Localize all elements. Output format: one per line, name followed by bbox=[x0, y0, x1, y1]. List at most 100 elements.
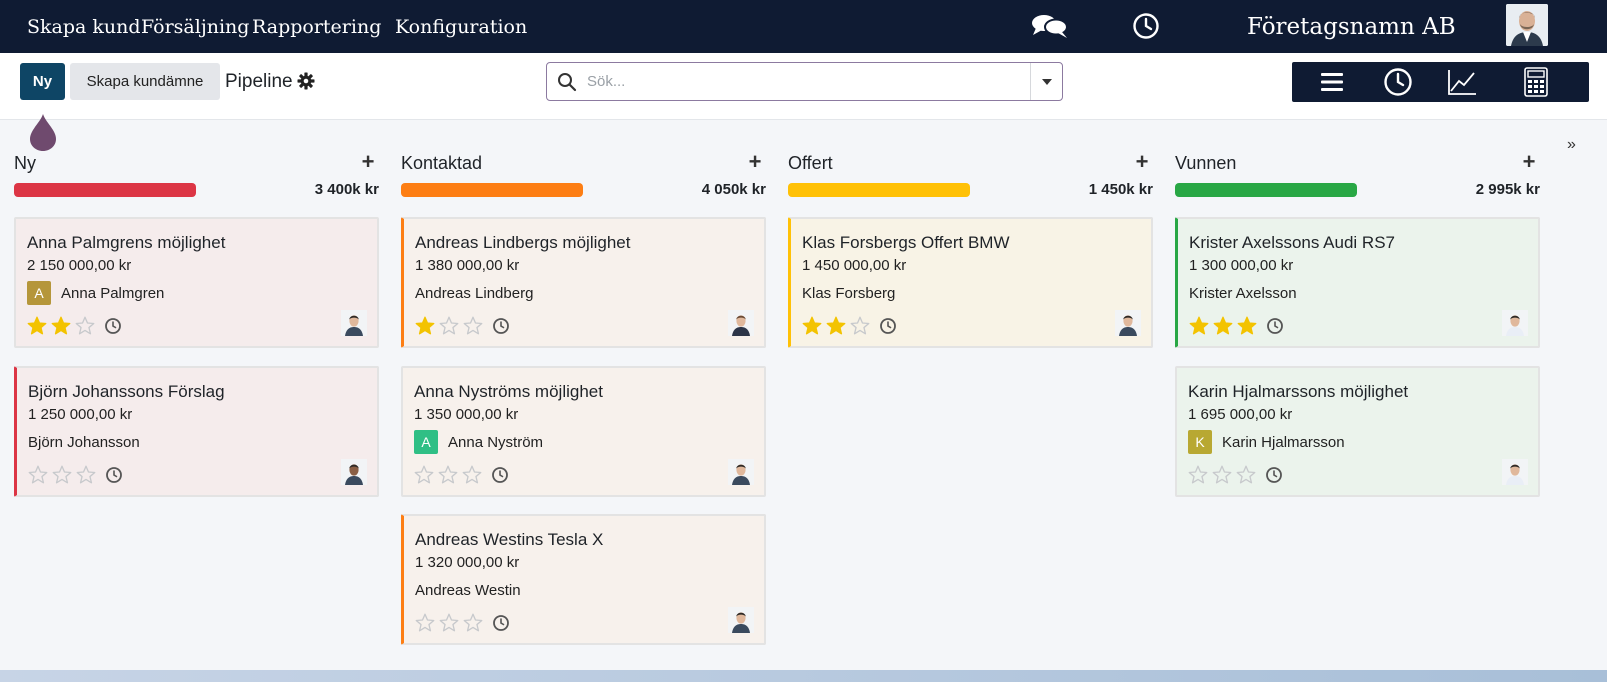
opportunity-card[interactable]: Karin Hjalmarssons möjlighet 1 695 000,0… bbox=[1175, 366, 1540, 497]
priority-star-icon[interactable] bbox=[460, 463, 484, 485]
priority-star-icon[interactable] bbox=[436, 463, 460, 485]
kanban-column-kontaktad: Kontaktad + 4 050k kr Andreas Lindbergs … bbox=[401, 150, 766, 645]
column-progress-bar[interactable] bbox=[1175, 183, 1357, 197]
user-avatar[interactable] bbox=[1506, 4, 1548, 46]
activity-clock-icon[interactable] bbox=[104, 317, 122, 335]
add-card-icon[interactable]: + bbox=[357, 150, 379, 174]
kanban-column-offert: Offert + 1 450k kr Klas Forsbergs Offert… bbox=[788, 150, 1153, 348]
priority-star-icon[interactable] bbox=[1210, 463, 1234, 485]
card-contact: K Karin Hjalmarsson bbox=[1188, 429, 1345, 455]
priority-star-icon[interactable] bbox=[50, 463, 74, 485]
salesperson-avatar[interactable] bbox=[728, 459, 754, 485]
priority-star-icon[interactable] bbox=[1186, 463, 1210, 485]
priority-star-icon[interactable] bbox=[413, 314, 437, 336]
new-button[interactable]: Ny bbox=[20, 63, 65, 100]
search-input[interactable] bbox=[587, 69, 1007, 94]
menu-forsaljning[interactable]: Försäljning bbox=[141, 0, 249, 53]
opportunity-card[interactable]: Klas Forsbergs Offert BMW 1 450 000,00 k… bbox=[788, 217, 1153, 348]
priority-star-icon[interactable] bbox=[800, 314, 824, 336]
activity-clock-icon[interactable] bbox=[879, 317, 897, 335]
card-amount: 1 300 000,00 kr bbox=[1189, 257, 1294, 274]
column-title[interactable]: Kontaktad bbox=[401, 153, 482, 174]
card-title: Björn Johanssons Förslag bbox=[28, 382, 225, 401]
priority-star-icon[interactable] bbox=[1235, 314, 1259, 336]
column-progress-bar[interactable] bbox=[14, 183, 196, 197]
priority-star-icon[interactable] bbox=[49, 314, 73, 336]
graph-view-icon[interactable] bbox=[1444, 64, 1480, 100]
priority-star-icon[interactable] bbox=[461, 611, 485, 633]
activity-clock-icon[interactable] bbox=[492, 614, 510, 632]
add-card-icon[interactable]: + bbox=[1131, 150, 1153, 174]
column-progress-bar[interactable] bbox=[788, 183, 970, 197]
search-box bbox=[546, 62, 1063, 101]
priority-star-icon[interactable] bbox=[73, 314, 97, 336]
column-progress-bar[interactable] bbox=[401, 183, 583, 197]
menu-rapportering[interactable]: Rapportering bbox=[252, 0, 381, 53]
opportunity-card[interactable]: Andreas Westins Tesla X 1 320 000,00 kr … bbox=[401, 514, 766, 645]
salesperson-avatar[interactable] bbox=[1502, 459, 1528, 485]
priority-star-icon[interactable] bbox=[25, 314, 49, 336]
opportunity-card[interactable]: Anna Palmgrens möjlighet 2 150 000,00 kr… bbox=[14, 217, 379, 348]
activity-clock-icon[interactable] bbox=[491, 466, 509, 484]
add-card-icon[interactable]: + bbox=[744, 150, 766, 174]
chat-icon[interactable] bbox=[1030, 8, 1070, 44]
opportunity-card[interactable]: Andreas Lindbergs möjlighet 1 380 000,00… bbox=[401, 217, 766, 348]
clock-icon[interactable] bbox=[1126, 8, 1166, 44]
priority-stars bbox=[1186, 463, 1258, 485]
contact-name: Karin Hjalmarsson bbox=[1222, 433, 1345, 451]
create-lead-button[interactable]: Skapa kundämne bbox=[70, 63, 220, 100]
card-title: Krister Axelssons Audi RS7 bbox=[1189, 233, 1395, 252]
column-title[interactable]: Offert bbox=[788, 153, 833, 174]
salesperson-avatar[interactable] bbox=[1115, 310, 1141, 336]
activity-clock-icon[interactable] bbox=[1266, 317, 1284, 335]
search-icon bbox=[557, 72, 577, 92]
salesperson-avatar[interactable] bbox=[728, 607, 754, 633]
pivot-view-icon[interactable] bbox=[1518, 64, 1554, 100]
page-bottom-edge bbox=[0, 670, 1607, 682]
card-amount: 1 380 000,00 kr bbox=[415, 257, 520, 274]
card-amount: 1 450 000,00 kr bbox=[802, 257, 907, 274]
salesperson-avatar[interactable] bbox=[341, 310, 367, 336]
card-amount: 1 250 000,00 kr bbox=[28, 406, 133, 423]
priority-star-icon[interactable] bbox=[437, 314, 461, 336]
company-name[interactable]: Företagsnamn AB bbox=[1247, 0, 1456, 53]
column-title[interactable]: Vunnen bbox=[1175, 153, 1236, 174]
priority-star-icon[interactable] bbox=[437, 611, 461, 633]
opportunity-card[interactable]: Anna Nyströms möjlighet 1 350 000,00 kr … bbox=[401, 366, 766, 497]
opportunity-card[interactable]: Björn Johanssons Förslag 1 250 000,00 kr… bbox=[14, 366, 379, 497]
search-dropdown-toggle[interactable] bbox=[1030, 63, 1062, 100]
priority-star-icon[interactable] bbox=[26, 463, 50, 485]
contact-initial-badge: A bbox=[27, 281, 51, 305]
priority-stars bbox=[412, 463, 484, 485]
priority-star-icon[interactable] bbox=[1234, 463, 1258, 485]
list-view-icon[interactable] bbox=[1314, 64, 1350, 100]
gear-icon[interactable] bbox=[297, 72, 315, 90]
salesperson-avatar[interactable] bbox=[728, 310, 754, 336]
priority-star-icon[interactable] bbox=[74, 463, 98, 485]
activity-view-icon[interactable] bbox=[1380, 64, 1416, 100]
column-title[interactable]: Ny bbox=[14, 153, 36, 174]
activity-clock-icon[interactable] bbox=[1265, 466, 1283, 484]
card-amount: 2 150 000,00 kr bbox=[27, 257, 132, 274]
fold-columns-icon[interactable]: » bbox=[1567, 136, 1576, 154]
card-contact: A Anna Palmgren bbox=[27, 280, 164, 306]
contact-initial-badge: A bbox=[414, 430, 438, 454]
activity-clock-icon[interactable] bbox=[105, 466, 123, 484]
activity-clock-icon[interactable] bbox=[492, 317, 510, 335]
menu-skapa-kund[interactable]: Skapa kund bbox=[27, 0, 141, 53]
menu-konfiguration[interactable]: Konfiguration bbox=[395, 0, 527, 53]
card-amount: 1 695 000,00 kr bbox=[1188, 406, 1293, 423]
column-total: 2 995k kr bbox=[1475, 181, 1540, 198]
priority-star-icon[interactable] bbox=[412, 463, 436, 485]
priority-star-icon[interactable] bbox=[1211, 314, 1235, 336]
priority-star-icon[interactable] bbox=[461, 314, 485, 336]
priority-star-icon[interactable] bbox=[1187, 314, 1211, 336]
salesperson-avatar[interactable] bbox=[1502, 310, 1528, 336]
priority-star-icon[interactable] bbox=[413, 611, 437, 633]
card-contact: Andreas Westin bbox=[415, 577, 521, 603]
salesperson-avatar[interactable] bbox=[341, 459, 367, 485]
priority-star-icon[interactable] bbox=[824, 314, 848, 336]
opportunity-card[interactable]: Krister Axelssons Audi RS7 1 300 000,00 … bbox=[1175, 217, 1540, 348]
priority-star-icon[interactable] bbox=[848, 314, 872, 336]
add-card-icon[interactable]: + bbox=[1518, 150, 1540, 174]
